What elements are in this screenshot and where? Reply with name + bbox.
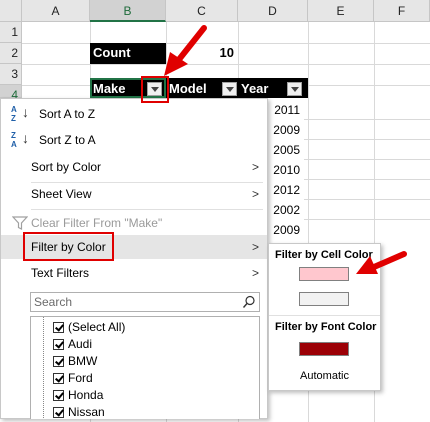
column-header-e[interactable]: E	[308, 0, 374, 22]
year-cell[interactable]: 2002	[268, 200, 304, 220]
menu-separator	[269, 315, 380, 316]
gridline	[22, 64, 430, 65]
column-header-c[interactable]: C	[166, 0, 238, 22]
year-cell[interactable]: 2005	[268, 140, 304, 160]
chevron-right-icon: >	[251, 160, 259, 174]
font-color-swatch-darkred[interactable]	[299, 342, 349, 356]
cell-color-swatch-pink[interactable]	[299, 267, 349, 281]
year-cell[interactable]: 2011	[268, 100, 304, 120]
header-model[interactable]: Model	[169, 78, 207, 100]
row-header-1[interactable]: 1	[0, 22, 22, 43]
column-header-d[interactable]: D	[238, 0, 308, 22]
checkbox-checked[interactable]	[53, 407, 64, 418]
annotation-arrow-icon	[356, 251, 407, 274]
chevron-right-icon: >	[251, 187, 259, 201]
sort-z-to-a-item[interactable]: Sort Z to A	[1, 128, 267, 152]
checkbox-checked[interactable]	[53, 373, 64, 384]
year-cell[interactable]: 2009	[268, 220, 304, 240]
automatic-font-color-item[interactable]: Automatic	[269, 366, 380, 386]
chevron-right-icon: >	[251, 240, 259, 254]
count-label-cell[interactable]: Count	[90, 43, 166, 64]
menu-separator	[31, 209, 263, 210]
year-cell[interactable]: 2012	[268, 180, 304, 200]
year-cell[interactable]: 2010	[268, 160, 304, 180]
row-header-4[interactable]: 4	[0, 85, 22, 102]
text-filters-item[interactable]: Text Filters >	[1, 261, 267, 285]
highlight-box-dropdown	[141, 76, 169, 103]
checkbox-checked[interactable]	[53, 356, 64, 367]
select-all-corner[interactable]	[0, 0, 22, 22]
highlight-box-filter-by-color	[23, 232, 114, 261]
sort-a-to-z-item[interactable]: Sort A to Z	[1, 102, 267, 126]
chevron-right-icon: >	[251, 266, 259, 280]
model-filter-dropdown[interactable]	[222, 82, 237, 96]
tree-line	[43, 317, 44, 419]
row-header-3[interactable]: 3	[0, 64, 22, 85]
annotation-arrow-icon	[164, 25, 207, 76]
font-color-title: Filter by Font Color	[275, 321, 377, 333]
sheet-view-item[interactable]: Sheet View >	[1, 182, 267, 206]
column-header-a[interactable]: A	[22, 0, 90, 22]
filter-search-input[interactable]: Search	[30, 292, 260, 312]
filter-value-list: (Select All) Audi BMW Ford Honda Nissan	[30, 316, 260, 419]
year-filter-dropdown[interactable]	[287, 82, 302, 96]
search-icon	[242, 295, 255, 308]
header-make[interactable]: Make	[93, 78, 126, 100]
row-header-2[interactable]: 2	[0, 43, 22, 64]
checkbox-checked[interactable]	[53, 339, 64, 350]
checkbox-checked[interactable]	[53, 322, 64, 333]
header-year[interactable]: Year	[241, 78, 268, 100]
cell-color-swatch-gray[interactable]	[299, 292, 349, 306]
column-header-f[interactable]: F	[374, 0, 430, 22]
checkbox-checked[interactable]	[53, 390, 64, 401]
sort-by-color-item[interactable]: Sort by Color >	[1, 155, 267, 179]
year-cell[interactable]: 2009	[268, 120, 304, 140]
column-header-b[interactable]: B	[90, 0, 166, 22]
